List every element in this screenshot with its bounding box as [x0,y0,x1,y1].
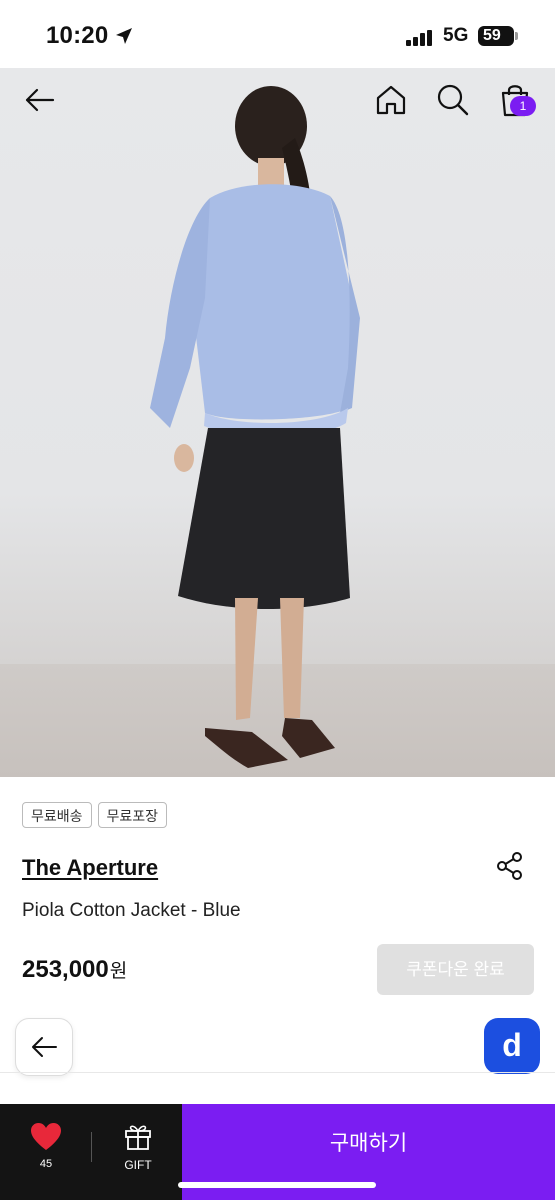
like-count: 45 [39,1158,53,1170]
product-image[interactable] [0,68,555,777]
battery-icon: 59 [478,26,514,46]
search-icon[interactable] [433,80,473,120]
status-time: 10:20 [46,22,109,49]
signal-icon [406,30,432,46]
gift-button[interactable]: GIFT [112,1120,164,1176]
location-arrow-icon [116,28,132,44]
bottom-separator [91,1132,92,1162]
like-button[interactable]: 45 [20,1120,72,1176]
divider [0,1072,555,1073]
network-type: 5G [443,25,469,46]
tag-list: 무료배송 무료포장 [22,802,168,828]
gift-icon [125,1125,151,1150]
battery-tip [515,32,518,40]
coupon-download-button[interactable]: 쿠폰다운 완료 [377,944,534,995]
d-app-button[interactable]: d [484,1018,540,1074]
product-name: Piola Cotton Jacket - Blue [22,900,241,921]
heart-icon [31,1123,61,1150]
price-value: 253,000 [22,956,109,983]
share-icon[interactable] [495,851,525,881]
brand-link[interactable]: The Aperture [22,855,158,881]
top-nav [0,68,555,132]
price: 253,000원 [22,956,127,984]
cart-count-badge: 1 [510,96,536,116]
arrow-left-icon[interactable] [19,80,59,120]
price-unit: 원 [109,961,128,982]
tag-free-shipping: 무료배송 [22,802,92,828]
gift-label: GIFT [124,1158,152,1172]
tag-free-wrapping: 무료포장 [97,802,168,828]
arrow-left-icon [32,1037,57,1057]
model-illustration [150,86,360,768]
status-bar: 10:20 5G 59 [0,0,555,68]
bottom-left-panel: 45 GIFT [0,1104,182,1200]
floating-back-button[interactable] [15,1018,73,1076]
home-indicator [178,1182,376,1188]
home-icon[interactable] [371,80,411,120]
